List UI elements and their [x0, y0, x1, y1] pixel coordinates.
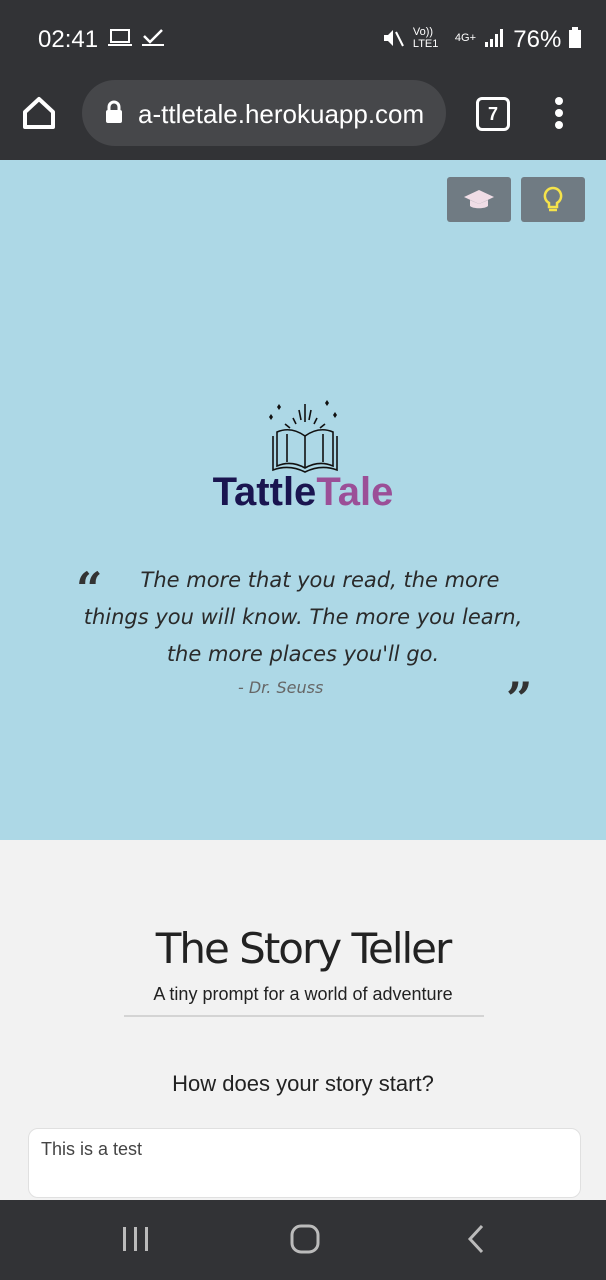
idea-button[interactable] [521, 177, 585, 222]
prompt-question: How does your story start? [172, 1071, 434, 1096]
tabs-icon[interactable]: 7 [476, 97, 510, 131]
quote-author: - Dr. Seuss [238, 678, 324, 697]
menu-icon[interactable] [552, 96, 566, 130]
home-icon[interactable] [20, 94, 58, 132]
logo-part-2: Tale [316, 470, 394, 514]
graduation-cap-icon [464, 189, 494, 208]
laptop-icon [108, 29, 132, 46]
lightbulb-icon [543, 186, 563, 211]
quote-close-icon: ” [506, 672, 533, 726]
logo-part-1: Tattle [212, 470, 317, 514]
system-nav-bar [0, 1200, 606, 1280]
battery-icon [569, 27, 581, 48]
check-icon [142, 29, 164, 46]
back-icon[interactable] [466, 1224, 486, 1254]
home-nav-icon[interactable] [290, 1224, 320, 1254]
story-title: The Story Teller [155, 924, 453, 973]
mute-icon [383, 30, 404, 47]
open-book-icon [269, 400, 338, 473]
story-subtitle: A tiny prompt for a world of adventure [153, 984, 453, 1004]
story-input-value: This is a test [41, 1139, 143, 1159]
recent-apps-icon[interactable] [122, 1224, 150, 1254]
battery-percent: 76% [513, 26, 562, 53]
signal-icon [485, 29, 503, 47]
quote-text: The more that you read, the more things … [74, 562, 532, 673]
url-text: a-ttletale.herokuapp.com [138, 99, 425, 129]
story-start-textarea[interactable]: This is a test [28, 1128, 581, 1198]
learn-button[interactable] [447, 177, 511, 222]
hero-section: TattleTale “ The more that you read, the… [0, 160, 606, 840]
status-time: 02:41 [38, 26, 99, 53]
network-label: Vo)) LTE1 [412, 26, 439, 50]
quote-body: The more that you read, the more things … [83, 568, 523, 666]
address-bar[interactable]: a-ttletale.herokuapp.com [82, 80, 446, 146]
network-type: 4G+ [454, 32, 476, 44]
browser-toolbar: a-ttletale.herokuapp.com 7 [0, 80, 606, 160]
logo-text: TattleTale [0, 470, 606, 515]
divider [124, 1015, 484, 1017]
lock-icon [106, 100, 122, 123]
status-bar: 02:41 Vo)) LTE1 4G+ 76% [0, 0, 606, 80]
tab-count: 7 [487, 103, 498, 124]
